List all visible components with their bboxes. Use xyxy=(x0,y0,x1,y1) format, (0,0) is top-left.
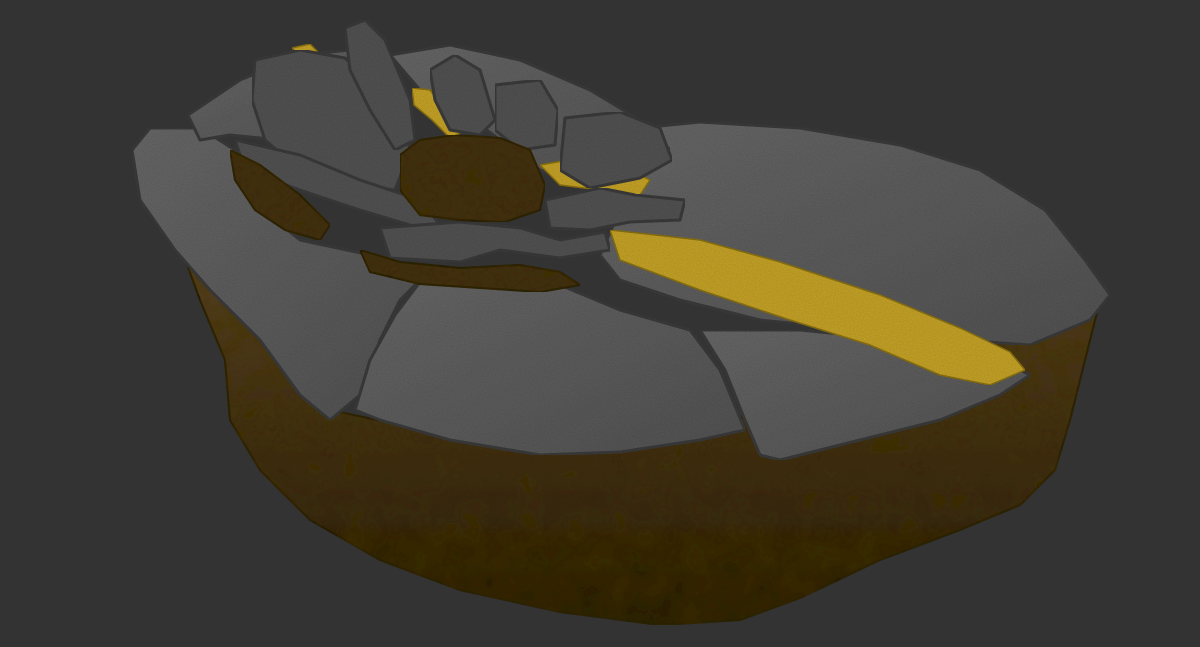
road-chunk-render xyxy=(130,18,1112,627)
3d-viewport xyxy=(0,0,1200,647)
impact-crater-dirt xyxy=(399,133,547,224)
